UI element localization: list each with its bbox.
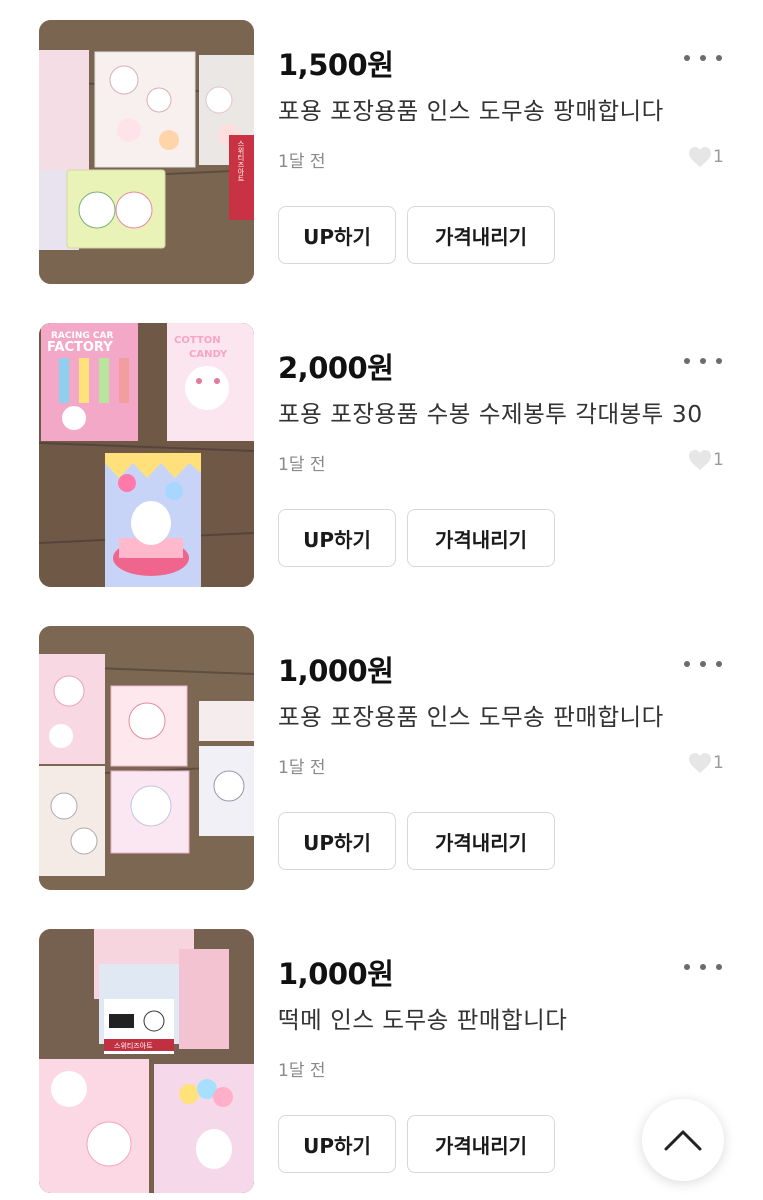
more-options-button[interactable]	[680, 46, 726, 70]
product-title[interactable]: 포용 포장용품 인스 도무송 판매합니다	[278, 698, 664, 732]
heart-icon	[689, 147, 711, 167]
product-item[interactable]: 스위티즈아트 1,500원 포용 포장용품 인스 도무송 팡매합니다 1달 전 …	[0, 20, 763, 284]
more-options-button[interactable]	[680, 349, 726, 373]
price-down-button[interactable]: 가격내리기	[407, 206, 555, 264]
posted-time: 1달 전	[278, 758, 326, 778]
item2-thumb-label2: FACTORY	[47, 340, 113, 355]
like-count: 1	[688, 751, 724, 775]
up-button[interactable]: UP하기	[278, 509, 396, 567]
like-number: 1	[713, 147, 724, 167]
product-thumbnail[interactable]	[39, 626, 254, 890]
more-dots-icon	[684, 661, 690, 667]
more-dots-icon	[684, 358, 690, 364]
scroll-top-button[interactable]	[642, 1099, 724, 1181]
product-thumbnail[interactable]: 스위티즈아트	[39, 929, 254, 1193]
like-number: 1	[713, 753, 724, 773]
more-dots-icon	[684, 55, 690, 61]
price-down-button[interactable]: 가격내리기	[407, 812, 555, 870]
item4-thumb-label: 스위티즈아트	[114, 1041, 153, 1050]
product-title[interactable]: 포용 포장용품 인스 도무송 팡매합니다	[278, 92, 664, 126]
product-title[interactable]: 포용 포장용품 수봉 수제봉투 각대봉투 30	[278, 395, 703, 429]
up-button[interactable]: UP하기	[278, 812, 396, 870]
like-count: 1	[688, 448, 724, 472]
up-button[interactable]: UP하기	[278, 1115, 396, 1173]
more-options-button[interactable]	[680, 955, 726, 979]
up-button[interactable]: UP하기	[278, 206, 396, 264]
chevron-up-icon	[664, 1130, 702, 1151]
posted-time: 1달 전	[278, 1061, 326, 1081]
heart-icon	[689, 450, 711, 470]
product-item[interactable]: 1,000원 포용 포장용품 인스 도무송 판매합니다 1달 전 1 UP하기 …	[0, 626, 763, 890]
product-thumbnail[interactable]: RACING CAR FACTORY COTTON CANDY	[39, 323, 254, 587]
like-number: 1	[713, 450, 724, 470]
heart-icon	[689, 753, 711, 773]
posted-time: 1달 전	[278, 152, 326, 172]
product-price: 1,000원	[278, 654, 394, 688]
posted-time: 1달 전	[278, 455, 326, 475]
product-price: 1,500원	[278, 48, 394, 82]
price-down-button[interactable]: 가격내리기	[407, 1115, 555, 1173]
more-dots-icon	[684, 964, 690, 970]
price-down-button[interactable]: 가격내리기	[407, 509, 555, 567]
product-title[interactable]: 떡메 인스 도무송 판매합니다	[278, 1001, 567, 1035]
product-price: 2,000원	[278, 351, 394, 385]
item1-thumb-label: 스위티즈아트	[237, 140, 245, 182]
item2-thumb-label4: CANDY	[189, 349, 228, 360]
like-count: 1	[688, 145, 724, 169]
product-price: 1,000원	[278, 957, 394, 991]
product-thumbnail[interactable]: 스위티즈아트	[39, 20, 254, 284]
more-options-button[interactable]	[680, 652, 726, 676]
product-item[interactable]: RACING CAR FACTORY COTTON CANDY 2,000원 포…	[0, 323, 763, 587]
item2-thumb-label3: COTTON	[174, 335, 221, 346]
